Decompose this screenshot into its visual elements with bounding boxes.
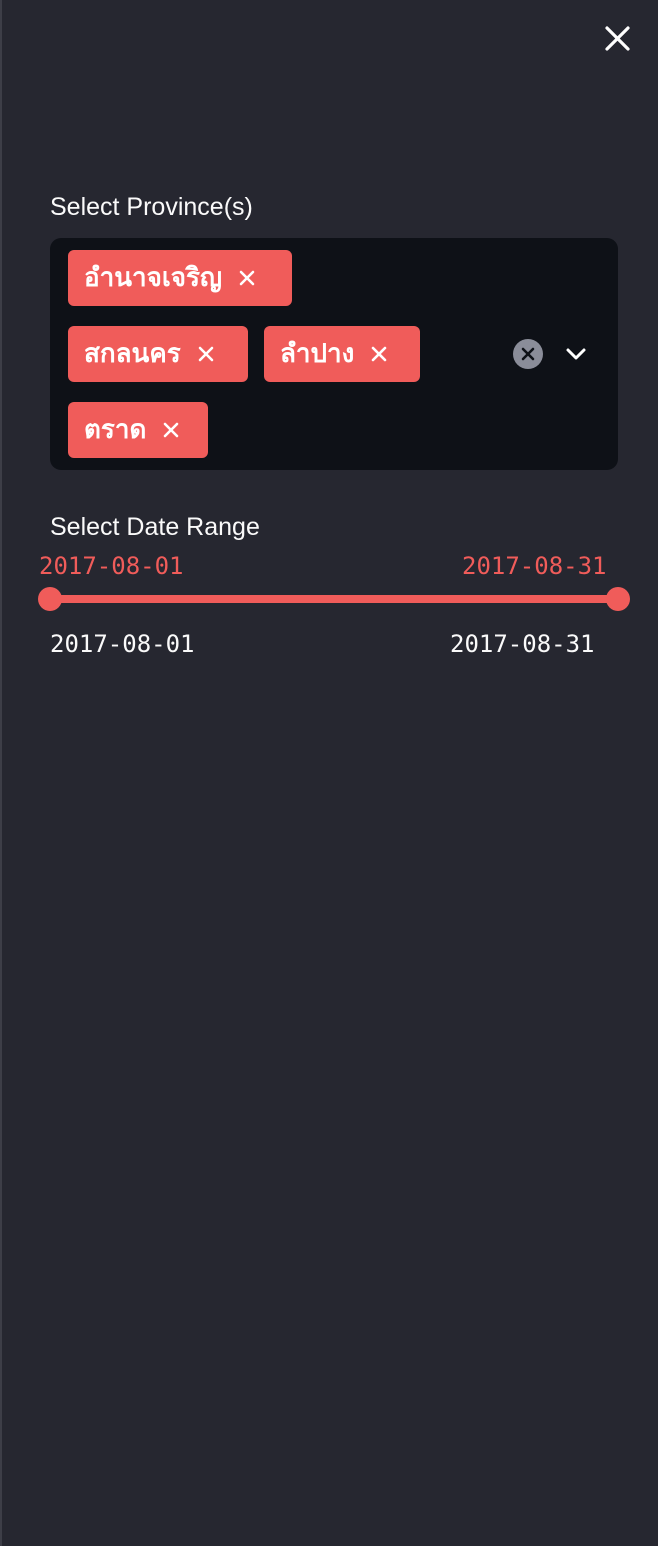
slider-end-value: 2017-08-31 [462, 552, 607, 580]
province-tag[interactable]: ตราด [68, 402, 208, 458]
province-tag-label: ลำปาง [280, 339, 355, 369]
province-tag-label: อำนาจเจริญ [84, 263, 223, 293]
clear-circle-icon [513, 339, 543, 369]
province-tag[interactable]: อำนาจเจริญ [68, 250, 292, 306]
chevron-down-icon [566, 348, 586, 360]
close-icon[interactable] [162, 421, 180, 439]
clear-all-button[interactable] [512, 338, 544, 370]
slider-start-value: 2017-08-01 [39, 552, 184, 580]
close-icon [605, 26, 630, 51]
slider-end-handle[interactable] [606, 587, 630, 611]
province-tag[interactable]: สกลนคร [68, 326, 248, 382]
slider-start-handle[interactable] [38, 587, 62, 611]
province-tag-label: ตราด [84, 415, 147, 445]
close-icon[interactable] [197, 345, 215, 363]
province-tag-label: สกลนคร [84, 339, 181, 369]
slider-min-label: 2017-08-01 [50, 630, 195, 658]
province-tag[interactable]: ลำปาง [264, 326, 420, 382]
sidebar: Select Province(s) อำนาจเจริญ สกลนคร ลำป… [0, 0, 658, 1546]
close-icon[interactable] [238, 269, 256, 287]
date-range-label: Select Date Range [50, 513, 260, 541]
dropdown-toggle-button[interactable] [562, 340, 590, 368]
close-sidebar-button[interactable] [598, 22, 634, 58]
date-range-slider-track[interactable] [50, 595, 618, 603]
province-select-label: Select Province(s) [50, 193, 253, 221]
close-icon[interactable] [370, 345, 388, 363]
slider-max-label: 2017-08-31 [450, 630, 595, 658]
province-multiselect[interactable]: อำนาจเจริญ สกลนคร ลำปาง ตราด [50, 238, 618, 470]
